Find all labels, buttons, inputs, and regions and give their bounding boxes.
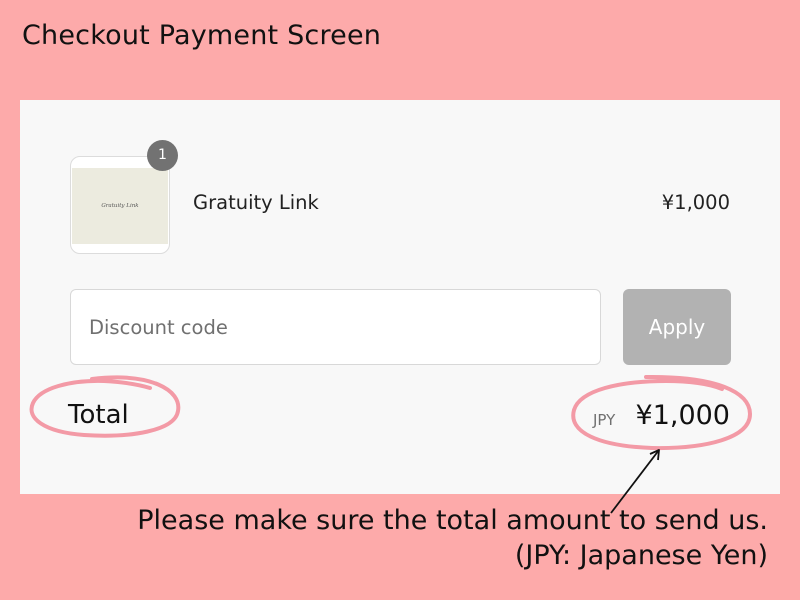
currency-code: JPY — [593, 411, 616, 429]
total-label: Total — [68, 400, 129, 430]
screenshot: { "heading": "Checkout Payment Screen", … — [0, 0, 800, 600]
product-price: ¥1,000 — [661, 191, 730, 214]
quantity-badge: 1 — [147, 140, 178, 171]
discount-code-input[interactable] — [70, 289, 601, 365]
annotation-line-1: Please make sure the total amount to sen… — [137, 505, 768, 536]
annotation-line-2: (JPY: Japanese Yen) — [514, 540, 768, 571]
product-image-text: Gratuity Link — [101, 203, 139, 209]
total-amount: ¥1,000 — [635, 400, 730, 431]
page-title: Checkout Payment Screen — [22, 20, 382, 51]
product-image: Gratuity Link — [72, 168, 168, 244]
checkout-panel: Gratuity Link 1 Gratuity Link ¥1,000 App… — [20, 100, 780, 494]
product-thumbnail: Gratuity Link — [70, 156, 170, 254]
apply-button[interactable]: Apply — [623, 289, 731, 365]
product-name: Gratuity Link — [193, 191, 319, 214]
